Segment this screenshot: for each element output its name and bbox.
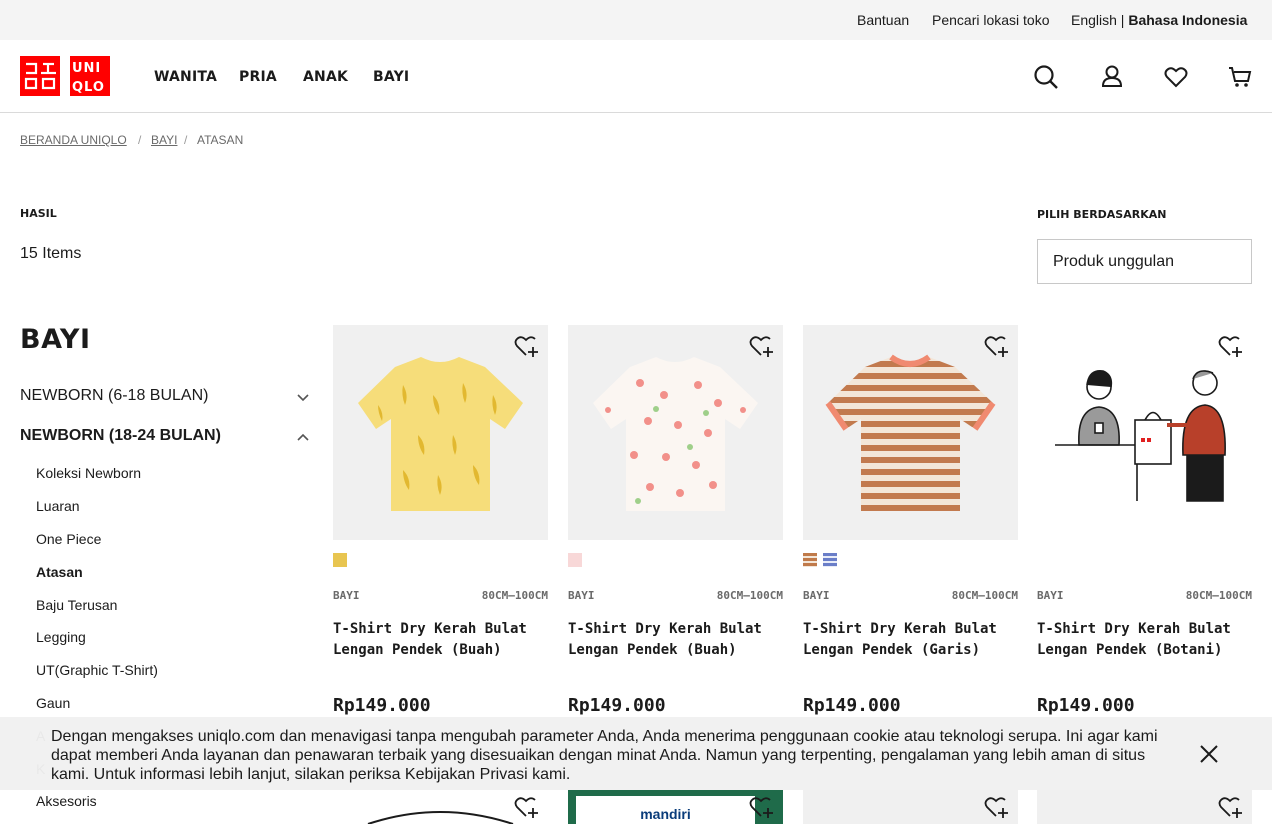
product-card[interactable]: BAYI 80CM–100CM T-Shirt Dry Kerah Bulat … — [568, 325, 783, 716]
logo-text-bottom: QLO — [72, 80, 105, 95]
add-to-wishlist-icon[interactable] — [1218, 796, 1244, 820]
product-card[interactable]: BAYI 80CM–100CM T-Shirt Dry Kerah Bulat … — [333, 325, 548, 716]
product-image[interactable] — [333, 325, 548, 540]
sidebar-item-baju-terusan[interactable]: Baju Terusan — [36, 597, 117, 613]
category-group-label: NEWBORN (6-18 BULAN) — [20, 387, 209, 404]
product-card[interactable] — [803, 790, 1018, 824]
lang-indonesian[interactable]: Bahasa Indonesia — [1128, 12, 1247, 28]
cookie-banner: Dengan mengakses uniqlo.com dan menaviga… — [0, 717, 1272, 790]
cookie-text: Dengan mengakses uniqlo.com dan menaviga… — [51, 728, 1158, 783]
nav-wanita[interactable]: WANITA — [154, 69, 217, 85]
category-group-newborn-18-24[interactable]: NEWBORN (18-24 BULAN) — [20, 427, 310, 445]
search-icon[interactable] — [1033, 64, 1059, 90]
color-swatches — [568, 553, 588, 567]
add-to-wishlist-icon[interactable] — [749, 335, 775, 359]
lang-english[interactable]: English | — [1071, 12, 1128, 28]
product-gender: BAYI — [568, 589, 595, 602]
logo-text-top: UNI — [72, 61, 101, 76]
product-card[interactable]: BAYI 80CM–100CM T-Shirt Dry Kerah Bulat … — [803, 325, 1018, 716]
results-label: HASIL — [20, 207, 57, 220]
chevron-down-icon[interactable] — [296, 390, 310, 404]
breadcrumb-current: ATASAN — [197, 133, 244, 147]
site-header: UNI QLO WANITA PRIA ANAK BAYI — [0, 40, 1272, 113]
product-gender: BAYI — [333, 589, 360, 602]
breadcrumb-home[interactable]: BERANDA UNIQLO — [20, 133, 127, 147]
breadcrumb-separator: / — [138, 133, 142, 147]
product-size: 80CM–100CM — [716, 589, 783, 602]
color-swatch[interactable] — [568, 553, 582, 567]
product-price: Rp149.000 — [333, 695, 431, 716]
product-price: Rp149.000 — [803, 695, 901, 716]
product-gender: BAYI — [1037, 589, 1064, 602]
product-name[interactable]: T-Shirt Dry Kerah Bulat Lengan Pendek (B… — [333, 619, 548, 661]
account-icon[interactable] — [1099, 64, 1125, 90]
add-to-wishlist-icon[interactable] — [1218, 335, 1244, 359]
nav-anak[interactable]: ANAK — [303, 69, 348, 85]
product-name[interactable]: T-Shirt Dry Kerah Bulat Lengan Pendek (B… — [568, 619, 783, 661]
product-size: 80CM–100CM — [1185, 589, 1252, 602]
nav-pria[interactable]: PRIA — [239, 69, 277, 85]
cart-icon[interactable] — [1227, 64, 1253, 90]
color-swatch[interactable] — [333, 553, 347, 567]
product-image-placeholder[interactable] — [1037, 325, 1252, 540]
add-to-wishlist-icon[interactable] — [514, 335, 540, 359]
category-group-label: NEWBORN (18-24 BULAN) — [20, 427, 221, 444]
add-to-wishlist-icon[interactable] — [984, 335, 1010, 359]
product-card[interactable] — [1037, 790, 1252, 824]
color-swatch[interactable] — [803, 553, 817, 567]
sidebar-item-luaran[interactable]: Luaran — [36, 498, 80, 514]
product-image[interactable] — [568, 325, 783, 540]
product-name[interactable]: T-Shirt Dry Kerah Bulat Lengan Pendek (B… — [1037, 619, 1252, 661]
category-title: BAYI — [20, 324, 91, 355]
chevron-up-icon[interactable] — [296, 430, 310, 444]
help-link[interactable]: Bantuan — [857, 12, 909, 28]
sort-label: PILIH BERDASARKAN — [1037, 208, 1167, 221]
product-size: 80CM–100CM — [481, 589, 548, 602]
sort-select[interactable]: Produk unggulan — [1037, 239, 1252, 284]
breadcrumb-separator: / — [184, 133, 188, 147]
product-size: 80CM–100CM — [951, 589, 1018, 602]
color-swatches — [803, 553, 843, 567]
nav-bayi[interactable]: BAYI — [373, 69, 409, 85]
color-swatches — [333, 553, 353, 567]
sidebar-item-aksesoris[interactable]: Aksesoris — [36, 793, 97, 809]
sidebar-item-atasan[interactable]: Atasan — [36, 564, 83, 580]
sidebar-item-koleksi-newborn[interactable]: Koleksi Newborn — [36, 465, 141, 481]
sidebar-item-gaun[interactable]: Gaun — [36, 695, 70, 711]
mandiri-logo: mandiri — [576, 796, 755, 824]
product-card[interactable]: mandiri — [568, 790, 783, 824]
product-price: Rp149.000 — [1037, 695, 1135, 716]
product-card[interactable]: BAYI 80CM–100CM T-Shirt Dry Kerah Bulat … — [1037, 325, 1252, 716]
results-count: 15 Items — [20, 245, 82, 262]
product-gender: BAYI — [803, 589, 830, 602]
wishlist-icon[interactable] — [1163, 64, 1189, 90]
sidebar-item-legging[interactable]: Legging — [36, 629, 86, 645]
color-swatch[interactable] — [823, 553, 837, 567]
product-price: Rp149.000 — [568, 695, 666, 716]
add-to-wishlist-icon[interactable] — [749, 796, 775, 820]
add-to-wishlist-icon[interactable] — [984, 796, 1010, 820]
product-card[interactable] — [333, 790, 548, 824]
product-name[interactable]: T-Shirt Dry Kerah Bulat Lengan Pendek (G… — [803, 619, 1018, 661]
uniqlo-logo[interactable]: UNI QLO — [20, 56, 110, 96]
sidebar-item-ut[interactable]: UT(Graphic T-Shirt) — [36, 662, 158, 678]
category-group-newborn-6-18[interactable]: NEWBORN (6-18 BULAN) — [20, 387, 310, 405]
utility-bar: Bantuan Pencari lokasi toko English | Ba… — [0, 0, 1272, 40]
breadcrumb-bayi[interactable]: BAYI — [151, 133, 177, 147]
product-image[interactable] — [803, 325, 1018, 540]
language-switch[interactable]: English | Bahasa Indonesia — [1071, 12, 1247, 28]
sidebar-item-one-piece[interactable]: One Piece — [36, 531, 101, 547]
add-to-wishlist-icon[interactable] — [514, 796, 540, 820]
store-locator-link[interactable]: Pencari lokasi toko — [932, 12, 1050, 28]
close-icon[interactable] — [1199, 744, 1219, 764]
